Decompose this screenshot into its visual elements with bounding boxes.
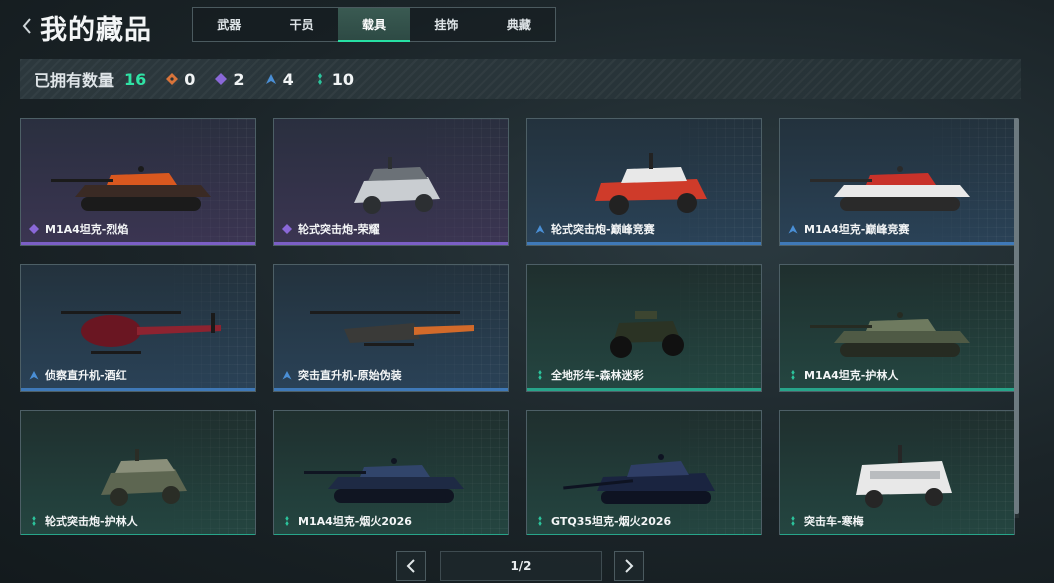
vehicle-card[interactable]: M1A4坦克-巅峰竞赛 [779, 118, 1015, 246]
vehicle-card[interactable]: 轮式突击炮-荣耀 [273, 118, 509, 246]
vehicle-card[interactable]: 轮式突击炮-护林人 [20, 410, 256, 535]
blue-diamond-icon [282, 371, 292, 380]
purple-diamond-icon [282, 224, 292, 234]
vehicle-name-label: M1A4坦克-巅峰竞赛 [804, 223, 910, 236]
chevron-right-icon [625, 559, 634, 573]
vehicle-card-name: M1A4坦克-巅峰竞赛 [788, 221, 909, 237]
vehicle-card[interactable]: 全地形车-森林迷彩 [526, 264, 762, 392]
vehicle-card[interactable]: GTQ35坦克-烟火2026 [526, 410, 762, 535]
rarity-bar [21, 242, 255, 245]
green-diamond-icon [791, 370, 795, 380]
vehicle-card[interactable]: M1A4坦克-烈焰 [20, 118, 256, 246]
rarity-bar [527, 534, 761, 535]
vehicle-card[interactable]: 轮式突击炮-巅峰竞赛 [526, 118, 762, 246]
blue-diamond-icon [265, 74, 276, 84]
rarity-bar [527, 388, 761, 391]
chevron-left-icon [22, 18, 31, 34]
blue-diamond-icon [535, 225, 545, 234]
vehicle-name-label: 突击直升机-原始伪装 [298, 369, 402, 382]
tab-weapons[interactable]: 武器 [193, 8, 265, 41]
scrollbar[interactable] [1014, 118, 1019, 518]
vehicle-name-label: 轮式突击炮-巅峰竞赛 [551, 223, 655, 236]
rarity-bar [780, 388, 1014, 391]
tab-operators[interactable]: 干员 [265, 8, 337, 41]
rarity-count-value: 10 [331, 69, 354, 89]
purple-diamond-icon [29, 224, 39, 234]
green-diamond-icon [32, 516, 36, 526]
vehicle-name-label: 全地形车-森林迷彩 [551, 369, 644, 382]
vehicle-name-label: M1A4坦克-烟火2026 [298, 515, 412, 528]
vehicle-card-name: 轮式突击炮-护林人 [29, 513, 138, 529]
rarity-bar [780, 242, 1014, 245]
rarity-count-value: 4 [282, 69, 294, 89]
tab-collection[interactable]: 典藏 [483, 8, 555, 41]
vehicle-name-label: 轮式突击炮-荣耀 [298, 223, 380, 236]
rarity-count-orange: 0 [166, 70, 195, 89]
scrollbar-thumb[interactable] [1014, 118, 1019, 514]
rarity-count-blue: 4 [265, 70, 294, 89]
tab-charms[interactable]: 挂饰 [410, 8, 482, 41]
rarity-bar [527, 242, 761, 245]
vehicle-card-name: 突击直升机-原始伪装 [282, 367, 402, 383]
owned-count-label: 已拥有数量 [34, 71, 115, 90]
vehicle-name-label: 侦察直升机-酒红 [45, 369, 127, 382]
green-diamond-icon [317, 73, 322, 85]
vehicle-card-name: 突击车-寒梅 [788, 513, 864, 529]
vehicle-name-label: M1A4坦克-护林人 [804, 369, 899, 382]
green-diamond-icon [285, 516, 289, 526]
vehicle-card-name: 侦察直升机-酒红 [29, 367, 127, 383]
purple-diamond-icon [215, 73, 228, 85]
vehicle-card[interactable]: M1A4坦克-护林人 [779, 264, 1015, 392]
vehicle-card-name: M1A4坦克-烈焰 [29, 221, 128, 237]
header: 我的藏品 武器 干员 载具 挂饰 典藏 [0, 0, 1054, 56]
vehicle-name-label: GTQ35坦克-烟火2026 [551, 515, 672, 528]
vehicle-card-name: 轮式突击炮-荣耀 [282, 221, 380, 237]
vehicle-card-name: M1A4坦克-烟火2026 [282, 513, 412, 529]
blue-diamond-icon [788, 225, 798, 234]
rarity-bar [274, 242, 508, 245]
rarity-bar [21, 534, 255, 535]
page-title: 我的藏品 [40, 15, 152, 46]
category-tabs: 武器 干员 载具 挂饰 典藏 [192, 7, 556, 42]
owned-count-total: 16 [124, 69, 147, 89]
rarity-count-value: 0 [184, 69, 196, 89]
vehicle-card-name: 轮式突击炮-巅峰竞赛 [535, 221, 655, 237]
rarity-bar [780, 534, 1014, 535]
green-diamond-icon [538, 516, 542, 526]
chevron-left-icon [406, 559, 415, 573]
vehicle-name-label: 突击车-寒梅 [804, 515, 864, 528]
vehicle-grid: M1A4坦克-烈焰 轮式突击炮-荣耀 轮式突击炮-巅峰竞赛 M1A4坦克-巅峰竞赛侦察… [20, 118, 1015, 535]
rarity-bar [21, 388, 255, 391]
blue-diamond-icon [29, 371, 39, 380]
vehicle-card-name: GTQ35坦克-烟火2026 [535, 513, 671, 529]
prev-page-button[interactable] [396, 551, 426, 581]
owned-stats-bar: 已拥有数量 16 0 2 4 10 [20, 59, 1021, 99]
next-page-button[interactable] [614, 551, 644, 581]
vehicle-card-name: 全地形车-森林迷彩 [535, 367, 644, 383]
vehicle-card[interactable]: 突击车-寒梅 [779, 410, 1015, 535]
green-diamond-icon [791, 516, 795, 526]
back-button[interactable] [18, 15, 36, 37]
vehicle-card[interactable]: 突击直升机-原始伪装 [273, 264, 509, 392]
vehicle-card-name: M1A4坦克-护林人 [788, 367, 898, 383]
rarity-count-value: 2 [233, 69, 245, 89]
vehicle-card[interactable]: M1A4坦克-烟火2026 [273, 410, 509, 535]
green-diamond-icon [538, 370, 542, 380]
rarity-count-purple: 2 [215, 69, 245, 89]
tab-vehicles[interactable]: 载具 [337, 8, 411, 42]
orange-diamond-icon [166, 73, 179, 85]
rarity-count-green: 10 [314, 70, 354, 89]
vehicle-name-label: 轮式突击炮-护林人 [45, 515, 138, 528]
rarity-bar [274, 534, 508, 535]
vehicle-name-label: M1A4坦克-烈焰 [45, 223, 129, 236]
page-indicator: 1/2 [440, 551, 602, 581]
rarity-bar [274, 388, 508, 391]
vehicle-card[interactable]: 侦察直升机-酒红 [20, 264, 256, 392]
